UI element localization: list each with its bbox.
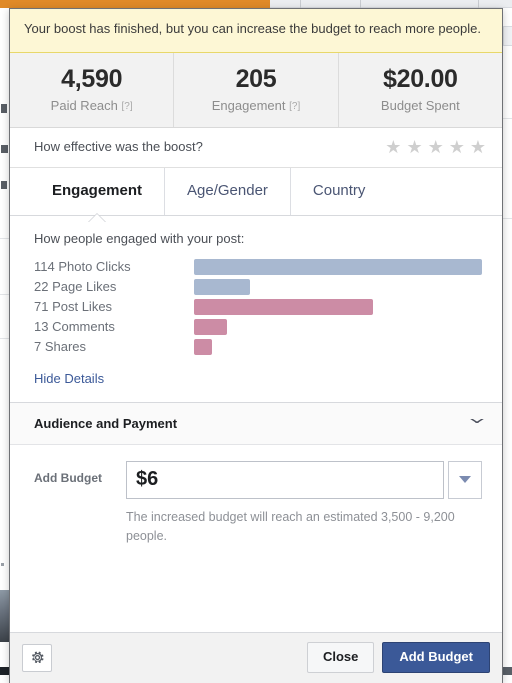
budget-estimate-hint: The increased budget will reach an estim…	[126, 509, 455, 543]
active-tab-caret-icon	[88, 213, 106, 223]
background-thumbnail	[0, 590, 9, 642]
star-icon[interactable]: ★	[449, 138, 465, 156]
stat-label-text: Paid Reach	[50, 97, 118, 113]
tab-age-gender[interactable]: Age/Gender	[165, 167, 291, 215]
background-left-column	[0, 8, 9, 675]
star-icon[interactable]: ★	[385, 138, 401, 156]
engagement-bar-track	[194, 338, 482, 355]
engagement-bar-label: 114 Photo Clicks	[34, 259, 131, 275]
star-icon[interactable]: ★	[406, 138, 422, 156]
boost-post-dialog: Your boost has finished, but you can inc…	[9, 8, 503, 683]
stat-label-text: Budget Spent	[380, 97, 460, 113]
engagement-bar-row: 71 Post Likes	[34, 298, 482, 315]
stat-label: Engagement [?]	[178, 98, 333, 113]
hide-details-link[interactable]: Hide Details	[34, 371, 104, 386]
background-right-column	[503, 8, 512, 675]
boost-rating-row: How effective was the boost? ★ ★ ★ ★ ★	[10, 127, 502, 168]
dialog-footer: Close Add Budget	[10, 632, 502, 683]
close-button[interactable]: Close	[306, 642, 375, 673]
budget-controls: The increased budget will reach an estim…	[126, 460, 482, 546]
engagement-bar-row: 7 Shares	[34, 338, 482, 355]
stat-value: 205	[235, 64, 277, 93]
background-divider	[503, 118, 512, 119]
tab-label: Country	[312, 181, 366, 199]
background-progress-divider	[360, 0, 361, 8]
background-text-fragment	[1, 563, 4, 566]
budget-dropdown-button[interactable]	[448, 460, 482, 499]
audience-and-payment-title: Audience and Payment	[34, 415, 178, 431]
engagement-bar-chart: 114 Photo Clicks 22 Page Likes 71 Post Lik…	[34, 258, 482, 355]
tab-country[interactable]: Country	[291, 168, 388, 215]
background-divider	[0, 238, 9, 239]
help-icon[interactable]: [?]	[122, 101, 133, 112]
budget-input[interactable]	[126, 460, 444, 499]
add-budget-row: Add Budget The increased budget will rea…	[34, 460, 482, 546]
background-divider	[0, 294, 9, 295]
chevron-down-icon[interactable]	[470, 419, 484, 428]
add-budget-label: Add Budget	[34, 470, 102, 485]
stat-label: Paid Reach [?]	[14, 98, 169, 113]
star-rating[interactable]: ★ ★ ★ ★ ★	[385, 138, 486, 156]
stat-engagement: 205 Engagement [?]	[174, 52, 339, 127]
stat-budget-spent: $20.00 Budget Spent	[339, 53, 502, 127]
engagement-bar-track	[194, 278, 482, 295]
engagement-bar-label: 22 Page Likes	[34, 279, 117, 295]
background-progress-divider	[478, 0, 479, 8]
engagement-bar-row: 13 Comments	[34, 318, 482, 335]
tab-label: Engagement	[52, 181, 143, 199]
engagement-bar-track	[194, 258, 482, 275]
engagement-bar-label: 13 Comments	[34, 319, 115, 335]
engagement-bar-track	[194, 318, 482, 335]
rating-question: How effective was the boost?	[34, 139, 203, 155]
engagement-bar-fill	[194, 258, 482, 275]
background-progress-fill	[0, 0, 270, 8]
engagement-panel: How people engaged with your post: 114 P…	[10, 214, 502, 403]
footer-actions: Close Add Budget	[306, 642, 490, 673]
tab-label: Age/Gender	[187, 181, 268, 199]
stat-paid-reach: 4,590 Paid Reach [?]	[10, 52, 175, 127]
stat-value: 4,590	[61, 64, 123, 93]
engagement-bar-label: 71 Post Likes	[34, 299, 113, 315]
engagement-bar-fill	[194, 338, 212, 355]
background-divider	[503, 218, 512, 219]
help-icon[interactable]: [?]	[289, 101, 300, 112]
gear-icon	[31, 651, 44, 664]
background-text-fragment	[1, 104, 7, 113]
boost-finished-notice: Your boost has finished, but you can inc…	[10, 9, 502, 53]
star-icon[interactable]: ★	[428, 138, 444, 156]
stat-label: Budget Spent	[343, 98, 498, 113]
insights-tabs: Engagement Age/Gender Country	[10, 167, 502, 223]
budget-input-group	[126, 460, 482, 499]
boost-stats-row: 4,590 Paid Reach [?] 205 Engagement [?] …	[10, 52, 502, 128]
settings-button[interactable]	[22, 643, 52, 672]
engagement-heading: How people engaged with your post:	[34, 230, 245, 246]
engagement-bar-fill	[194, 318, 227, 335]
star-icon[interactable]: ★	[470, 138, 486, 156]
engagement-bar-row: 114 Photo Clicks	[34, 258, 482, 275]
caret-down-icon	[459, 476, 471, 484]
background-text-fragment	[1, 181, 7, 189]
engagement-bar-fill	[194, 298, 374, 315]
engagement-bar-row: 22 Page Likes	[34, 278, 482, 295]
engagement-bar-fill	[194, 278, 250, 295]
add-budget-button[interactable]: Add Budget	[382, 642, 490, 673]
engagement-bar-track	[194, 298, 482, 315]
background-widget	[503, 26, 512, 46]
budget-section: Add Budget The increased budget will rea…	[10, 444, 502, 633]
engagement-bar-label: 7 Shares	[34, 339, 87, 355]
stat-label-text: Engagement	[211, 97, 286, 113]
background-text-fragment	[1, 145, 8, 153]
background-progress-divider	[300, 0, 301, 8]
audience-and-payment-header[interactable]: Audience and Payment	[10, 402, 502, 445]
background-divider	[0, 338, 9, 339]
stat-value: $20.00	[382, 64, 458, 93]
tab-engagement[interactable]: Engagement	[30, 167, 166, 223]
